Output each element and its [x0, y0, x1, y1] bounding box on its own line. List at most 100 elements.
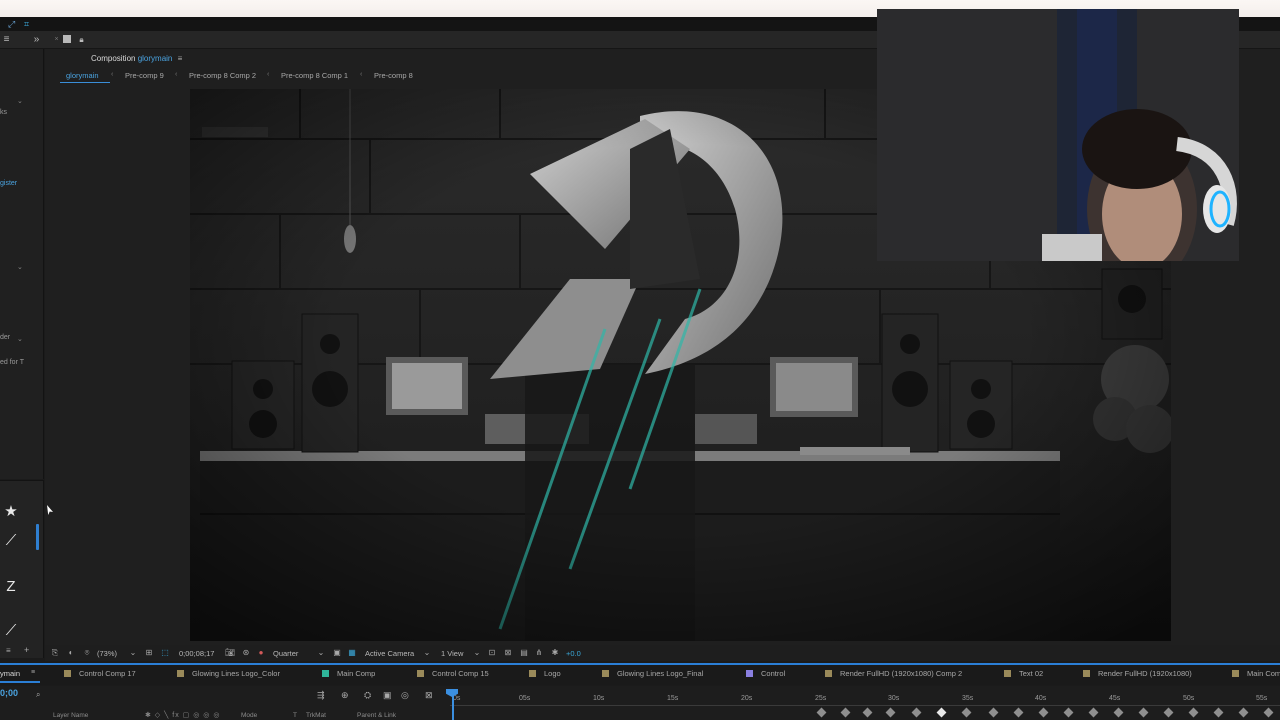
star-icon[interactable]: ★	[2, 503, 20, 521]
timeline-tab-render-fullhd-comp-2[interactable]: Render FullHD (1920x1080) Comp 2	[840, 669, 962, 678]
timeline-tab-main-comp-2[interactable]: Main Com	[1247, 669, 1280, 678]
tab-color-swatch	[529, 670, 536, 677]
tab-color-swatch	[602, 670, 609, 677]
tab-color-swatch	[177, 670, 184, 677]
time-ruler[interactable]	[450, 705, 1280, 706]
breadcrumb-active-underline	[60, 82, 110, 83]
timeline-tab-render-fullhd[interactable]: Render FullHD (1920x1080)	[1098, 669, 1192, 678]
grid-icon[interactable]: ⌗	[24, 19, 29, 30]
panel-fragment-register[interactable]: gister	[0, 180, 17, 187]
tab-color-swatch	[417, 670, 424, 677]
region-of-interest-icon[interactable]: ▣	[332, 648, 342, 658]
column-parent-link[interactable]: Parent & Link	[357, 712, 396, 719]
timeline-current-tab[interactable]: ymain	[0, 669, 20, 678]
composition-panel-label: Composition	[91, 54, 136, 63]
chevron-down-icon[interactable]: ⌄	[472, 648, 482, 658]
timeline-tab-control-comp-15[interactable]: Control Comp 15	[432, 669, 489, 678]
panel-fragment-der[interactable]: der	[0, 334, 10, 341]
timeline-tab-control-comp-17[interactable]: Control Comp 17	[79, 669, 136, 678]
composition-tab-title[interactable]: Composition glorymain ≡	[91, 54, 182, 63]
scrollbar-thumb[interactable]	[36, 524, 39, 550]
composition-name: glorymain	[137, 54, 173, 63]
webcam-overlay	[877, 9, 1239, 261]
timeline-timecode[interactable]: 0;00	[0, 688, 18, 698]
column-trkmat[interactable]: TrkMat	[306, 712, 326, 719]
breadcrumb-glorymain[interactable]: glorymain	[66, 71, 99, 80]
webcam-image	[877, 9, 1239, 261]
timeline-tab-logo[interactable]: Logo	[544, 669, 561, 678]
color-channels-icon[interactable]: ●	[256, 648, 266, 658]
comp-flow-icon[interactable]: ⇶	[317, 690, 325, 701]
breadcrumb-precomp8-comp2[interactable]: Pre-comp 8 Comp 2	[189, 71, 256, 80]
shy-layers-icon[interactable]: ⛭	[364, 690, 371, 701]
channel-icon[interactable]: ⊛	[241, 648, 251, 658]
timeline-tab-glowing-lines-logo-color[interactable]: Glowing Lines Logo_Color	[192, 669, 280, 678]
close-tab-icon[interactable]: ×	[51, 34, 62, 45]
search-icon[interactable]: ⌕	[36, 690, 40, 700]
tab-color-swatch	[64, 670, 71, 677]
column-mode[interactable]: Mode	[241, 712, 257, 719]
camera-icon[interactable]: 📷︎	[225, 648, 235, 658]
toggle-pixel-aspect-icon[interactable]: ⊡	[487, 648, 497, 658]
chevron-down-icon[interactable]: ⌄	[17, 97, 23, 105]
mask-icon[interactable]: ◐	[66, 648, 76, 658]
add-icon[interactable]: +	[24, 645, 29, 655]
ease-curve-icon[interactable]: ⟋	[2, 532, 20, 550]
region-icon[interactable]: ⬚	[160, 648, 170, 658]
tab-menu-icon[interactable]: ≡	[31, 669, 35, 676]
timeline-tab-text-02[interactable]: Text 02	[1019, 669, 1043, 678]
left-properties-panel: ⌄ ks gister ⌄ der ⌄ ed for T	[0, 49, 44, 479]
ease-in-curve-icon[interactable]: Z	[2, 578, 20, 596]
ruler-label: 25s	[815, 695, 827, 702]
current-time-display[interactable]: 0;00;08;17	[179, 649, 214, 658]
ruler-label: 30s	[888, 695, 900, 702]
layer-switches-icons[interactable]: ✱ ◇ ╲ fx ▢ ◎ ◎ ◎	[145, 711, 220, 719]
ease-out-curve-icon[interactable]: ⟋	[2, 622, 20, 640]
preview-icon[interactable]: ⌾	[82, 648, 92, 658]
double-chevron-right-icon[interactable]: »	[31, 34, 42, 45]
expand-icon[interactable]: ⤢	[8, 19, 15, 30]
resolution-dropdown[interactable]: Quarter	[273, 649, 298, 658]
motion-blur-icon[interactable]: ◎	[401, 690, 409, 701]
flowchart-icon[interactable]: ⋔	[534, 648, 544, 658]
fit-icon[interactable]: ⊞	[144, 648, 154, 658]
chevron-down-icon[interactable]: ⌄	[17, 263, 23, 271]
transparency-grid-icon[interactable]: ▦	[347, 648, 357, 658]
exposure-value[interactable]: +0.0	[566, 649, 581, 658]
active-tab-underline	[0, 681, 40, 683]
snapshot-icon[interactable]: ⎘	[50, 648, 60, 658]
frame-blending-icon[interactable]: ▣	[383, 690, 392, 701]
timeline-tab-control[interactable]: Control	[761, 669, 785, 678]
exposure-icon[interactable]: ✱	[550, 648, 560, 658]
fast-previews-icon[interactable]: ⊠	[503, 648, 513, 658]
playhead[interactable]	[452, 692, 454, 720]
draft-3d-icon[interactable]: ⊕	[341, 690, 349, 701]
column-t[interactable]: T	[293, 712, 297, 719]
view-layout-dropdown[interactable]: 1 View	[441, 649, 463, 658]
graph-editor-icon[interactable]: ⊠	[425, 690, 433, 701]
ruler-label: 15s	[667, 695, 679, 702]
ruler-label: 50s	[1183, 695, 1195, 702]
chevron-down-icon[interactable]: ⌄	[422, 648, 432, 658]
ruler-label: 45s	[1109, 695, 1121, 702]
breadcrumb-precomp9[interactable]: Pre-comp 9	[125, 71, 164, 80]
chevron-down-icon[interactable]: ⌄	[316, 648, 326, 658]
tab-menu-icon[interactable]: ≡	[178, 54, 183, 63]
camera-dropdown[interactable]: Active Camera	[365, 649, 414, 658]
timeline-tab-main-comp[interactable]: Main Comp	[337, 669, 375, 678]
chevron-down-icon[interactable]: ⌄	[17, 335, 23, 343]
breadcrumb-precomp8[interactable]: Pre-comp 8	[374, 71, 413, 80]
zoom-dropdown[interactable]: (73%)	[97, 649, 117, 658]
column-layer-name[interactable]: Layer Name	[53, 712, 88, 719]
panel-menu-icon[interactable]: ≡	[6, 646, 11, 655]
timeline-tab-glowing-lines-logo-final[interactable]: Glowing Lines Logo_Final	[617, 669, 703, 678]
lock-icon[interactable]: 🔒︎	[76, 34, 87, 45]
panel-fragment-ed-for-t: ed for T	[0, 359, 24, 366]
ruler-label: 0s	[453, 695, 461, 702]
breadcrumb-precomp8-comp1[interactable]: Pre-comp 8 Comp 1	[281, 71, 348, 80]
panel-menu-icon[interactable]: ≡	[1, 34, 12, 45]
ruler-label: 55s	[1256, 695, 1268, 702]
chevron-down-icon[interactable]: ⌄	[128, 648, 138, 658]
timeline-icon[interactable]: ▤	[519, 648, 529, 658]
ruler-label: 10s	[593, 695, 605, 702]
